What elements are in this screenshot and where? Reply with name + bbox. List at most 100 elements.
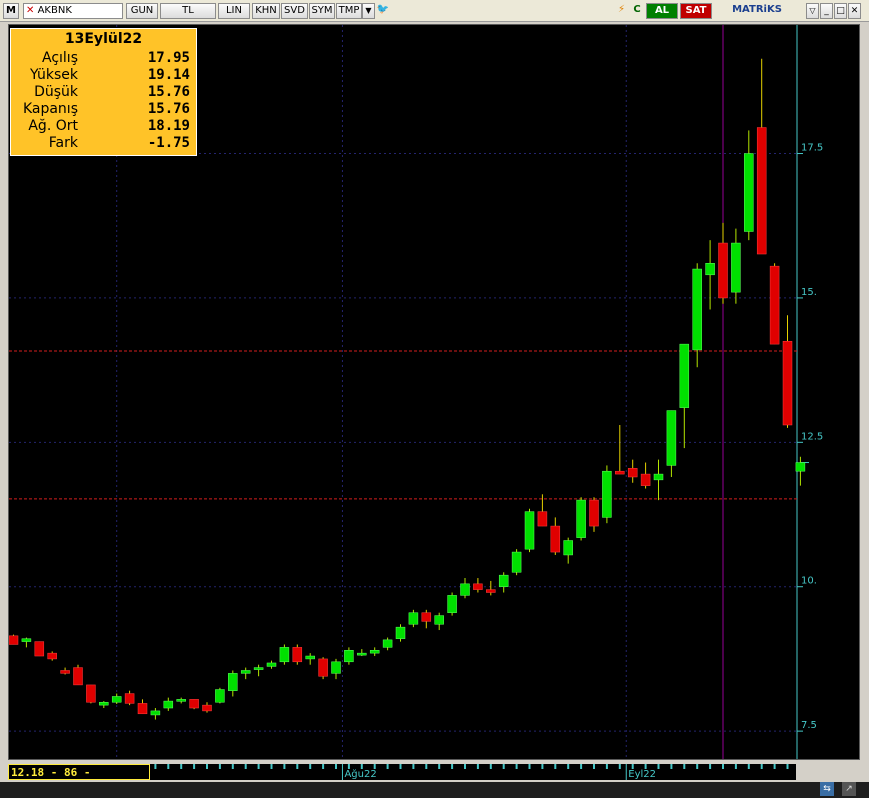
x-axis-strip: Ağu22 Eyl22 <box>150 764 802 780</box>
candle-body <box>576 499 586 538</box>
candle-body <box>318 658 328 677</box>
candle-body <box>47 652 57 660</box>
candle-body <box>615 470 625 475</box>
info-value: 15.76 <box>147 101 190 117</box>
info-label: Ağ. Ort <box>28 118 78 134</box>
candle-body <box>124 693 135 704</box>
y-tick-label: 17.5 <box>801 143 823 154</box>
candle-body <box>382 639 393 648</box>
candle-body <box>344 650 354 663</box>
sat-button[interactable]: SAT <box>680 3 712 19</box>
close-icon[interactable]: ✕ <box>848 3 861 19</box>
candle-body <box>163 700 174 709</box>
candle-body <box>744 153 754 232</box>
candle-body <box>486 589 496 593</box>
candle-body <box>408 612 419 625</box>
candle-body <box>666 410 677 466</box>
status-readout: 12.18 - 86 - 11:39:10 <box>8 764 150 794</box>
candle-body <box>769 265 780 345</box>
candle-body <box>189 699 199 709</box>
candle-body <box>279 647 290 663</box>
candle-body <box>111 696 122 703</box>
candle-body <box>602 470 612 518</box>
candle-body <box>421 612 432 622</box>
info-row: Fark -1.75 <box>11 135 196 152</box>
candle-body <box>253 667 264 670</box>
minimize-icon[interactable]: _ <box>820 3 833 19</box>
candle-body <box>498 574 509 587</box>
candle-body <box>331 661 341 674</box>
svd-button[interactable]: SVD <box>281 3 308 19</box>
candle-body <box>176 699 186 702</box>
info-row: Açılış 17.95 <box>11 50 196 67</box>
candle-body <box>99 701 109 706</box>
candle-body <box>21 638 32 642</box>
candle-body <box>653 473 664 481</box>
refresh-icon[interactable]: C <box>630 3 644 19</box>
dropdown-arrow-icon[interactable]: ▼ <box>362 3 375 19</box>
info-label: Açılış <box>42 50 78 66</box>
candle-body <box>679 343 690 408</box>
candle-body <box>692 268 702 351</box>
candle-body <box>150 710 161 716</box>
candle-body <box>395 626 406 639</box>
candle-body <box>228 673 238 691</box>
x-axis: Ağu22 Eyl22 <box>154 764 802 780</box>
candle-body <box>215 689 225 703</box>
candle-body <box>731 242 741 293</box>
candle-body <box>292 647 303 663</box>
candle-body <box>8 635 19 645</box>
twitter-icon[interactable]: 🐦 <box>376 3 390 19</box>
m-button[interactable]: M <box>3 3 19 19</box>
info-row: Kapanış 15.76 <box>11 101 196 118</box>
lin-button[interactable]: LIN <box>218 3 250 19</box>
candle-body <box>86 684 96 703</box>
al-button[interactable]: AL <box>646 3 678 19</box>
candle-body <box>782 340 793 426</box>
candle-body <box>795 462 806 472</box>
resize-icon[interactable]: ↗ <box>842 782 856 796</box>
candle-body <box>137 703 148 715</box>
info-value: 18.19 <box>147 118 190 134</box>
info-value: 15.76 <box>147 84 190 100</box>
tl-button[interactable]: TL <box>160 3 216 19</box>
toolbar: M ✕ AKBNK GUN TL LIN KHN SVD SYM TMP ▼ 🐦… <box>0 0 869 22</box>
candle-body <box>460 583 470 596</box>
khn-button[interactable]: KHN <box>252 3 280 19</box>
candle-body <box>511 551 522 573</box>
scroll-arrows-icon[interactable]: ⇆ <box>820 782 834 796</box>
chevron-down-icon[interactable]: ▽ <box>806 3 819 19</box>
candle-body <box>305 655 315 660</box>
info-value: 17.95 <box>147 50 190 66</box>
brand-logo: MATRiKS <box>732 4 782 15</box>
sym-button[interactable]: SYM <box>309 3 335 19</box>
symbol-x-icon: ✕ <box>26 5 35 16</box>
x-tick-label: Ağu22 <box>344 768 376 780</box>
candle-body <box>34 641 45 657</box>
candle-body <box>524 511 535 550</box>
info-row: Yüksek 19.14 <box>11 67 196 84</box>
info-label: Fark <box>48 135 78 151</box>
candle-body <box>60 670 70 674</box>
candle-body <box>705 263 715 276</box>
candle-body <box>550 525 561 553</box>
candle-body <box>756 127 767 255</box>
ohlc-info-box: 13Eylül22 Açılış 17.95 Yüksek 19.14 Düşük 1… <box>10 28 197 156</box>
candle-body <box>202 704 212 712</box>
tmp-button[interactable]: TMP <box>336 3 362 19</box>
y-tick-label: 15. <box>801 287 817 298</box>
info-label: Düşük <box>34 84 78 100</box>
candle-body <box>589 499 599 527</box>
info-label: Yüksek <box>30 67 78 83</box>
x-tick-label: Eyl22 <box>628 769 656 780</box>
maximize-icon[interactable]: □ <box>834 3 847 19</box>
candle-body <box>369 650 380 654</box>
y-tick-label: 12.5 <box>801 431 823 442</box>
symbol-field[interactable]: ✕ AKBNK <box>23 3 123 19</box>
info-date: 13Eylül22 <box>64 31 143 47</box>
gun-button[interactable]: GUN <box>126 3 158 19</box>
candle-body <box>627 468 638 478</box>
candle-body <box>447 595 457 613</box>
candle-body <box>473 583 483 590</box>
lightning-icon[interactable]: ⚡ <box>615 3 628 19</box>
